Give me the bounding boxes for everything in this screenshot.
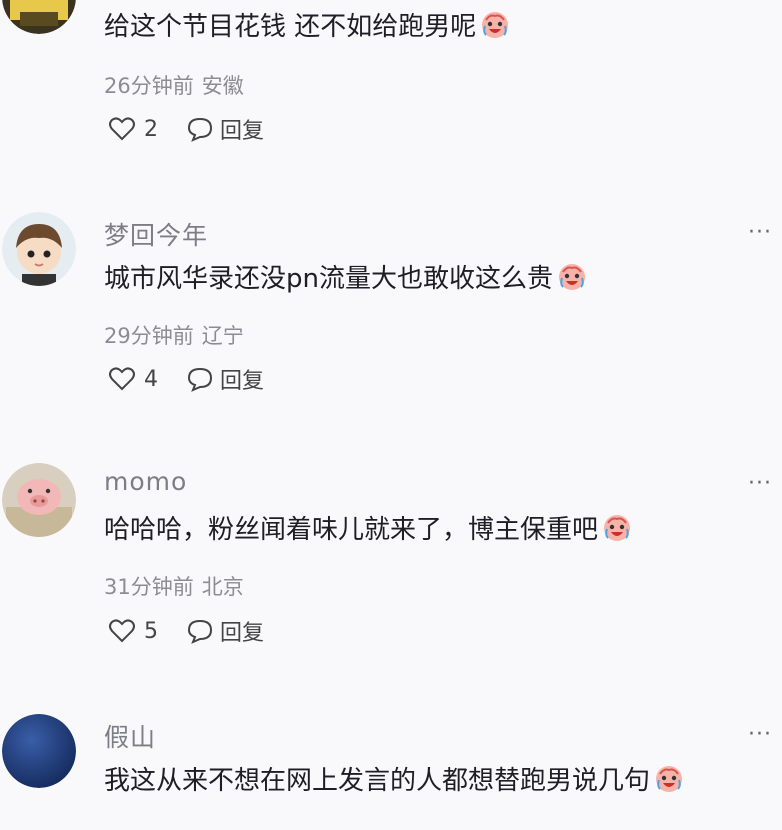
- comment-meta: 31分钟前 北京: [104, 571, 252, 601]
- reply-bubble-icon: [187, 117, 213, 142]
- like-count: 4: [144, 366, 158, 392]
- username[interactable]: momo: [104, 467, 187, 496]
- reply-label: 回复: [220, 119, 265, 144]
- more-options-icon[interactable]: ···: [748, 724, 772, 746]
- comment-meta: 29分钟前 辽宁: [104, 320, 252, 350]
- reply-bubble-icon: [187, 619, 213, 644]
- comment-location: 北京: [201, 575, 244, 599]
- like-count: 5: [144, 618, 158, 644]
- reply-button[interactable]: 回复: [186, 363, 264, 395]
- username[interactable]: 假山: [104, 718, 156, 754]
- crying-laughing-emoji-icon: [558, 264, 585, 290]
- more-options-icon[interactable]: ···: [748, 222, 772, 244]
- heart-icon[interactable]: [108, 366, 136, 392]
- reply-label: 回复: [220, 621, 265, 646]
- comment-text: 我这从来不想在网上发言的人都想替跑男说几句: [104, 764, 684, 797]
- comment-time: 31分钟前: [104, 575, 194, 599]
- comment-time: 29分钟前: [104, 324, 194, 348]
- crying-laughing-emoji-icon: [604, 515, 631, 541]
- crying-laughing-emoji-icon: [482, 12, 509, 38]
- comment-text: 哈哈哈，粉丝闻着味儿就来了，博主保重吧: [104, 513, 632, 546]
- crying-laughing-emoji-icon: [656, 766, 683, 792]
- comment-location: 安徽: [201, 74, 244, 98]
- comment-text: 给这个节目花钱 还不如给跑男呢: [104, 10, 510, 43]
- comment-meta: 26分钟前 安徽: [104, 70, 252, 100]
- avatar[interactable]: [2, 463, 76, 537]
- heart-icon[interactable]: [108, 618, 136, 644]
- username[interactable]: 梦回今年: [104, 216, 208, 252]
- reply-label: 回复: [220, 369, 265, 394]
- comment-time: 26分钟前: [104, 74, 194, 98]
- like-count: 2: [144, 116, 158, 142]
- comment-text: 城市风华录还没pn流量大也敢收这么贵: [104, 262, 587, 295]
- avatar[interactable]: [2, 0, 76, 34]
- reply-bubble-icon: [187, 367, 213, 392]
- comment-actions: 4 回复: [108, 364, 264, 394]
- more-options-icon[interactable]: ···: [748, 473, 772, 495]
- reply-button[interactable]: 回复: [186, 113, 264, 145]
- comment-actions: 5 回复: [108, 616, 264, 646]
- reply-button[interactable]: 回复: [186, 615, 264, 647]
- avatar[interactable]: [2, 212, 76, 286]
- comment-location: 辽宁: [201, 324, 244, 348]
- heart-icon[interactable]: [108, 116, 136, 142]
- avatar[interactable]: [2, 714, 76, 788]
- comment-actions: 2 回复: [108, 114, 264, 144]
